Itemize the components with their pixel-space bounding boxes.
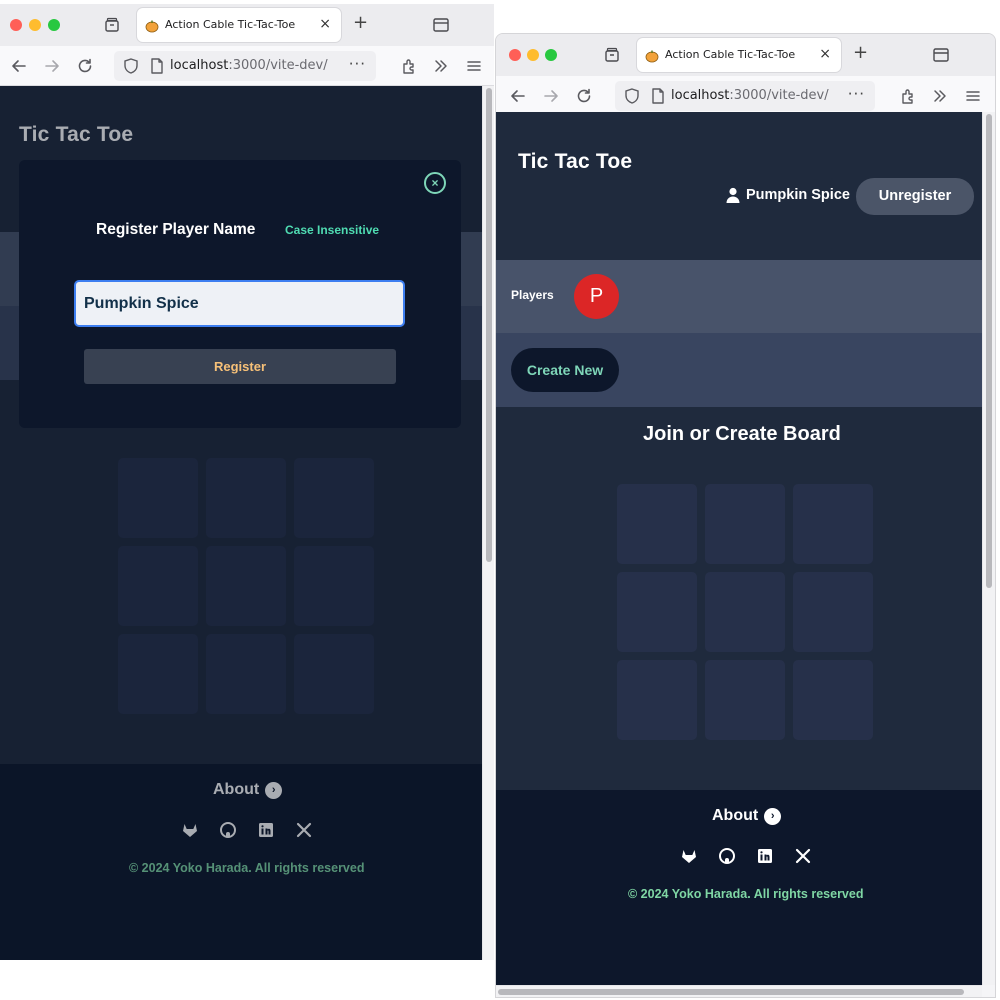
page-content: Tic Tac Toe About › © 2024 Yoko Harada. … — [0, 86, 483, 960]
window-layout-icon[interactable] — [932, 46, 950, 64]
current-user: Pumpkin Spice — [726, 187, 850, 203]
gitlab-icon[interactable] — [680, 847, 698, 865]
x-icon[interactable] — [794, 847, 812, 865]
minimize-window-button[interactable] — [527, 49, 539, 61]
social-links — [680, 847, 812, 865]
new-tab-button[interactable]: + — [853, 44, 868, 62]
case-insensitive-hint: Case Insensitive — [285, 223, 380, 237]
browser-tab[interactable]: Action Cable Tic-Tac-Toe × — [137, 8, 341, 42]
github-icon[interactable] — [718, 847, 736, 865]
vertical-scrollbar[interactable] — [982, 112, 995, 985]
scrollbar-thumb[interactable] — [498, 989, 964, 995]
player-avatar[interactable]: P — [574, 274, 619, 319]
copyright-text: © 2024 Yoko Harada. All rights reserved — [628, 887, 864, 901]
horizontal-scrollbar[interactable] — [496, 985, 982, 997]
page-icon — [649, 87, 667, 105]
board-cell[interactable] — [793, 484, 873, 564]
register-button[interactable]: Register — [84, 349, 396, 384]
navigation-bar: localhost:3000/vite-dev/ ··· — [496, 76, 995, 116]
register-modal: × Register Player Name Case Insensitive … — [19, 160, 461, 428]
browser-tab[interactable]: Action Cable Tic-Tac-Toe × — [637, 38, 841, 72]
unregister-button[interactable]: Unregister — [856, 178, 974, 215]
overflow-chevrons-icon[interactable] — [931, 87, 949, 105]
create-new-button[interactable]: Create New — [511, 348, 619, 392]
extensions-icon[interactable] — [400, 57, 418, 75]
players-label: Players — [511, 288, 554, 302]
player-name-input[interactable] — [74, 280, 405, 327]
board-cell[interactable] — [617, 572, 697, 652]
footer: About › © 2024 Yoko Harada. All rights r… — [496, 790, 982, 985]
about-label: About — [712, 807, 759, 824]
board-cell[interactable] — [617, 660, 697, 740]
navigation-bar: localhost:3000/vite-dev/ ··· — [0, 46, 494, 86]
tab-overview-icon[interactable] — [103, 16, 121, 34]
board-cell[interactable] — [617, 484, 697, 564]
reload-icon[interactable] — [76, 57, 94, 75]
board-grid — [617, 484, 873, 740]
username-label: Pumpkin Spice — [746, 187, 850, 203]
board-heading: Join or Create Board — [643, 423, 841, 445]
browser-window-right: Action Cable Tic-Tac-Toe × + localhost:3… — [495, 33, 996, 998]
page-content: Tic Tac Toe Pumpkin Spice Unregister Pla… — [496, 112, 982, 985]
scrollbar-thumb[interactable] — [986, 114, 992, 588]
tab-title: Action Cable Tic-Tac-Toe — [165, 18, 296, 31]
zoom-window-button[interactable] — [48, 19, 60, 31]
user-icon — [726, 187, 740, 203]
page-actions-icon[interactable]: ··· — [848, 85, 865, 103]
url-text: localhost:3000/vite-dev/ — [671, 88, 829, 103]
reload-icon[interactable] — [575, 87, 593, 105]
zoom-window-button[interactable] — [545, 49, 557, 61]
minimize-window-button[interactable] — [29, 19, 41, 31]
shield-icon[interactable] — [623, 87, 641, 105]
board-cell[interactable] — [705, 572, 785, 652]
close-circle-icon[interactable]: × — [424, 172, 446, 194]
app-title: Tic Tac Toe — [518, 150, 633, 173]
linkedin-icon[interactable] — [756, 847, 774, 865]
vertical-scrollbar[interactable] — [482, 86, 494, 960]
tab-close-icon[interactable]: × — [819, 46, 831, 62]
back-arrow-icon[interactable] — [10, 57, 28, 75]
url-bar[interactable]: localhost:3000/vite-dev/ ··· — [114, 51, 376, 81]
new-tab-button[interactable]: + — [353, 14, 368, 32]
back-arrow-icon[interactable] — [509, 87, 527, 105]
scrollbar-thumb[interactable] — [486, 88, 492, 562]
board-cell[interactable] — [793, 660, 873, 740]
overflow-chevrons-icon[interactable] — [432, 57, 450, 75]
browser-window-left: Action Cable Tic-Tac-Toe × + localhost:3… — [0, 4, 494, 960]
about-link[interactable]: About › — [712, 807, 782, 825]
menu-icon[interactable] — [465, 57, 483, 75]
window-layout-icon[interactable] — [432, 16, 450, 34]
chevron-right-icon: › — [764, 807, 782, 825]
board-cell[interactable] — [705, 484, 785, 564]
modal-title: Register Player Name — [96, 221, 256, 238]
title-bar: Action Cable Tic-Tac-Toe × + — [496, 34, 995, 76]
close-window-button[interactable] — [10, 19, 22, 31]
extensions-icon[interactable] — [899, 87, 917, 105]
forward-arrow-icon[interactable] — [542, 87, 560, 105]
close-window-button[interactable] — [509, 49, 521, 61]
page-actions-icon[interactable]: ··· — [349, 55, 366, 73]
forward-arrow-icon[interactable] — [43, 57, 61, 75]
url-text: localhost:3000/vite-dev/ — [170, 58, 328, 73]
title-bar: Action Cable Tic-Tac-Toe × + — [0, 4, 494, 46]
pumpkin-favicon-icon — [145, 18, 159, 33]
shield-icon[interactable] — [122, 57, 140, 75]
menu-icon[interactable] — [964, 87, 982, 105]
pumpkin-favicon-icon — [645, 48, 659, 63]
actions-bar: Create New — [496, 333, 982, 407]
page-icon — [148, 57, 166, 75]
tab-close-icon[interactable]: × — [319, 16, 331, 32]
board-cell[interactable] — [793, 572, 873, 652]
tab-title: Action Cable Tic-Tac-Toe — [665, 48, 796, 61]
board-cell[interactable] — [705, 660, 785, 740]
tab-overview-icon[interactable] — [603, 46, 621, 64]
url-bar[interactable]: localhost:3000/vite-dev/ ··· — [615, 81, 875, 111]
players-bar: Players P — [496, 260, 982, 333]
